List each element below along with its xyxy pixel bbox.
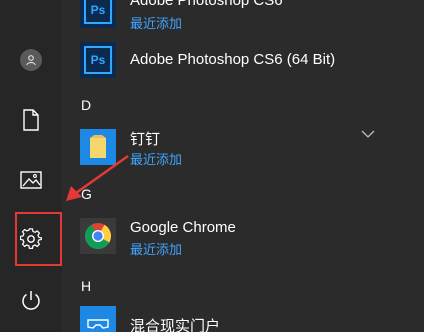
power-icon [22, 291, 40, 310]
app-list: Ps Adobe Photoshop CS6 最近添加 Ps Adobe Pho… [62, 0, 424, 332]
mixed-reality-icon [80, 306, 116, 332]
photoshop-badge: Ps [84, 0, 112, 24]
group-header-g[interactable]: G [81, 186, 92, 202]
app-name: 钉钉 [130, 131, 161, 148]
app-item-mixed-reality-portal[interactable]: 混合现实门户 [62, 304, 424, 332]
pictures-button[interactable] [0, 156, 62, 204]
pictures-icon [20, 171, 42, 189]
app-item-photoshop-cs6-64[interactable]: Ps Adobe Photoshop CS6 (64 Bit) [62, 38, 424, 82]
dingtalk-icon [80, 129, 116, 165]
photoshop-badge: Ps [84, 46, 112, 74]
app-item-photoshop-cs6[interactable]: Ps Adobe Photoshop CS6 最近添加 [62, 0, 424, 32]
recently-added-label: 最近添加 [130, 16, 183, 31]
user-account-button[interactable] [0, 36, 62, 84]
group-header-d[interactable]: D [81, 97, 91, 113]
app-name: Adobe Photoshop CS6 [130, 0, 283, 9]
documents-button[interactable] [0, 96, 62, 144]
start-menu: Ps Adobe Photoshop CS6 最近添加 Ps Adobe Pho… [0, 0, 424, 332]
user-icon [20, 49, 42, 71]
settings-highlight-box [15, 212, 62, 266]
chrome-icon [80, 218, 116, 254]
chevron-down-icon[interactable] [360, 128, 376, 140]
app-name: Google Chrome [130, 219, 236, 236]
app-name: 混合现实门户 [130, 318, 221, 332]
recently-added-label: 最近添加 [130, 242, 183, 257]
power-button[interactable] [0, 276, 62, 324]
document-icon [23, 109, 39, 131]
recently-added-label: 最近添加 [130, 152, 183, 167]
app-name: Adobe Photoshop CS6 (64 Bit) [130, 51, 336, 68]
app-item-google-chrome[interactable]: Google Chrome 最近添加 [62, 214, 424, 258]
photoshop-icon: Ps [80, 0, 116, 28]
photoshop-icon: Ps [80, 42, 116, 78]
group-header-h[interactable]: H [81, 278, 91, 294]
start-menu-rail [0, 0, 62, 332]
